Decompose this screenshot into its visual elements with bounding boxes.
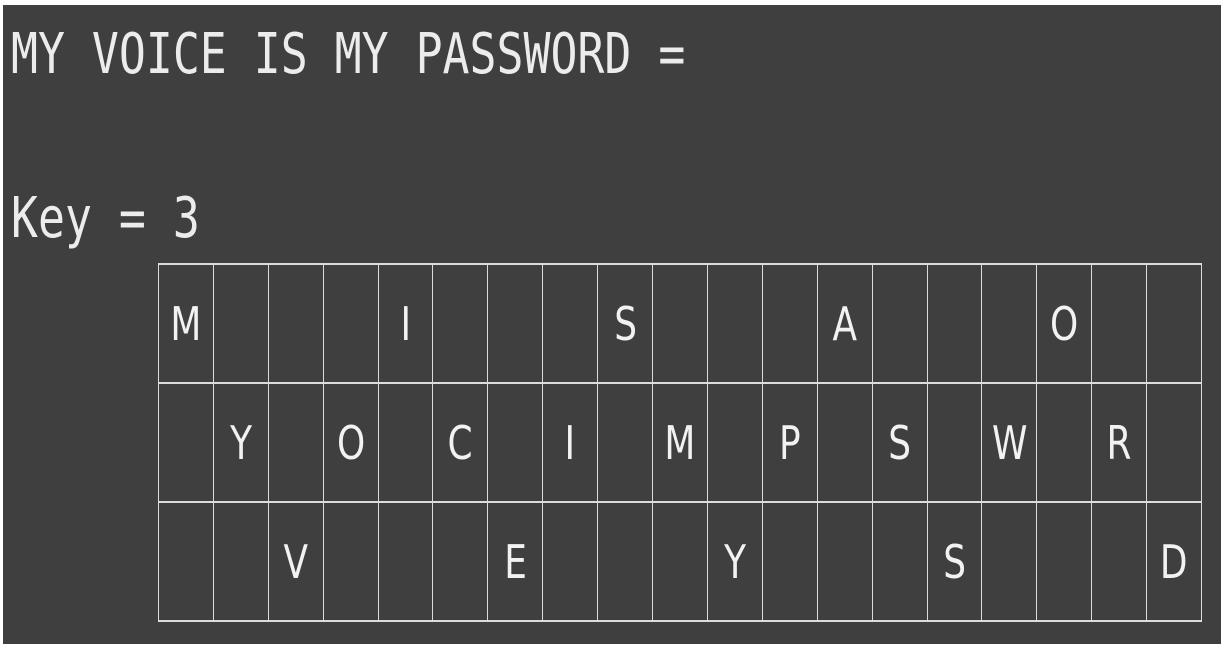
cell-letter: D (1160, 534, 1188, 589)
cell-letter: I (564, 415, 576, 470)
grid-cell: I (543, 384, 599, 503)
grid-cell (927, 384, 983, 503)
grid-cell: A (817, 265, 873, 384)
grid-cell (1037, 384, 1093, 503)
grid-cell: S (598, 265, 654, 384)
cell-letter: A (832, 296, 857, 351)
grid-cell (488, 384, 544, 503)
grid-cell: O (323, 384, 379, 503)
grid-cell (159, 503, 214, 622)
grid-cell (598, 384, 654, 503)
grid-cell: Y (707, 503, 763, 622)
cell-letter: V (283, 534, 308, 589)
grid-cell: O (1037, 265, 1093, 384)
grid-cell (817, 503, 873, 622)
grid-cell (433, 265, 489, 384)
grid-cell: M (653, 384, 708, 503)
grid-cell (1092, 503, 1148, 622)
grid-cell (213, 503, 269, 622)
cell-letter: Y (723, 534, 746, 589)
grid-cell: P (762, 384, 818, 503)
grid-cell: I (378, 265, 434, 384)
cell-letter: M (664, 415, 696, 470)
cell-letter: S (943, 534, 966, 589)
grid-cell: W (982, 384, 1038, 503)
grid-cell (378, 503, 434, 622)
grid-cell: Y (213, 384, 269, 503)
grid-cell (268, 384, 324, 503)
grid-cell (927, 265, 983, 384)
grid-cell: E (488, 503, 544, 622)
grid-cell (268, 265, 324, 384)
cell-letter: I (400, 296, 411, 351)
cell-letter: S (613, 296, 637, 351)
grid-cell (872, 503, 928, 622)
cell-letter: P (778, 415, 801, 470)
grid-cell (1037, 503, 1093, 622)
grid-cell (598, 503, 654, 622)
cell-letter: W (991, 415, 1028, 470)
grid-cell (433, 503, 489, 622)
grid-cell (543, 265, 599, 384)
cell-letter: R (1106, 415, 1132, 470)
grid-cell (872, 265, 928, 384)
grid-cell (1092, 265, 1148, 384)
cell-letter: Y (229, 415, 252, 470)
cell-letter: S (888, 415, 911, 470)
grid-cell: R (1092, 384, 1148, 503)
cell-letter: C (447, 415, 473, 470)
grid-cell (213, 265, 269, 384)
grid-cell (982, 503, 1038, 622)
grid-cell (762, 265, 818, 384)
grid-cell: D (1147, 503, 1202, 622)
grid-cell: S (927, 503, 983, 622)
grid-cell (1147, 265, 1202, 384)
grid-cell: M (159, 265, 214, 384)
grid-cell (982, 265, 1038, 384)
grid-cell (817, 384, 873, 503)
grid-cell (159, 384, 214, 503)
plaintext-label: MY VOICE IS MY PASSWORD = (11, 22, 686, 87)
cell-letter: O (336, 415, 365, 470)
grid-cell (762, 503, 818, 622)
grid-cell (323, 503, 379, 622)
grid-cell (707, 265, 763, 384)
grid-cell (543, 503, 599, 622)
grid-cell (653, 265, 708, 384)
grid-cell (323, 265, 379, 384)
cell-letter: O (1050, 296, 1079, 351)
grid-cell (488, 265, 544, 384)
grid-cell (1147, 384, 1202, 503)
diagram-canvas: MY VOICE IS MY PASSWORD = Key = 3 M I S A O Y… (3, 5, 1221, 644)
grid-cell (378, 384, 434, 503)
grid-cell: V (268, 503, 324, 622)
cell-letter: E (503, 534, 527, 589)
grid-cell: C (433, 384, 489, 503)
rail-fence-grid: M I S A O Y O C I M P S W R V E Y S D (158, 263, 1202, 622)
grid-cell (653, 503, 708, 622)
grid-cell (707, 384, 763, 503)
key-label: Key = 3 (11, 186, 200, 251)
cell-letter: M (170, 296, 202, 351)
grid-cell: S (872, 384, 928, 503)
